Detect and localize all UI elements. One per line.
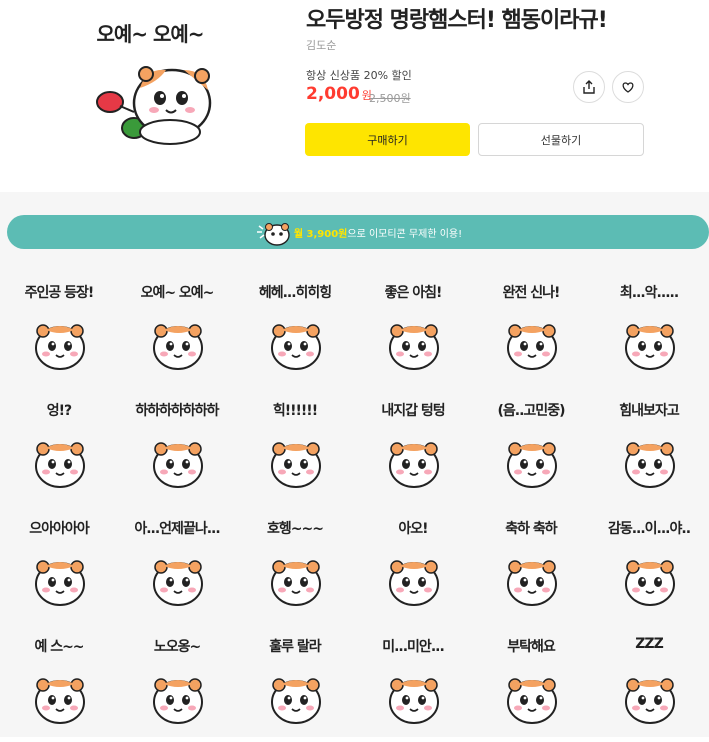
share-button[interactable]: [573, 71, 605, 103]
sticker-item[interactable]: 힘내보자고: [590, 388, 708, 506]
hamster-sticker-illustration: [507, 442, 557, 488]
hamster-sticker-illustration: [153, 442, 203, 488]
hamster-sticker-illustration: [271, 678, 321, 724]
sale-price: 2,000 원: [306, 84, 372, 104]
hamster-sticker-illustration: [35, 324, 85, 370]
sale-price-value: 2,000: [306, 84, 360, 104]
sticker-item[interactable]: 완전 신나!: [472, 270, 590, 388]
product-title: 오두방정 명랑햄스터! 햄동이라규!: [306, 8, 608, 33]
hamster-sticker-illustration: [389, 442, 439, 488]
product-header: 오예~ 오예~ 오두방정 명랑햄스터! 햄동이라규! 김도순 항상 신상품 20…: [0, 0, 709, 190]
hamster-sticker-illustration: [271, 560, 321, 606]
thumbnail-caption: 오예~ 오예~: [96, 22, 204, 46]
hamster-sticker-illustration: [271, 442, 321, 488]
hamster-sticker-illustration: [153, 324, 203, 370]
banner-mascot-icon: [257, 223, 290, 246]
hamster-sticker-illustration: [389, 324, 439, 370]
hamster-sticker-illustration: [153, 678, 203, 724]
hamster-sticker-illustration: [625, 678, 675, 724]
sticker-item[interactable]: 좋은 아침!: [354, 270, 472, 388]
subscription-banner[interactable]: 월 3,900원으로 이모티콘 무제한 이용!: [7, 215, 709, 249]
gift-button[interactable]: 선물하기: [478, 123, 644, 156]
hamster-sticker-illustration: [625, 560, 675, 606]
sticker-item[interactable]: 하하하하하하하: [118, 388, 236, 506]
sticker-item[interactable]: 내지갑 텅텅: [354, 388, 472, 506]
hamster-sticker-illustration: [35, 678, 85, 724]
hamster-sticker-illustration: [153, 560, 203, 606]
sticker-item[interactable]: 힉!!!!!!: [236, 388, 354, 506]
hamster-sticker-illustration: [35, 442, 85, 488]
hamster-sticker-illustration: [507, 324, 557, 370]
heart-icon: [622, 82, 634, 93]
banner-text: 월 3,900원으로 이모티콘 무제한 이용!: [294, 225, 462, 240]
sticker-item[interactable]: 미...미안...: [354, 624, 472, 742]
sticker-item[interactable]: 아오!: [354, 506, 472, 624]
hamster-sticker-illustration: [507, 560, 557, 606]
sticker-item[interactable]: 부탁해요: [472, 624, 590, 742]
sticker-item[interactable]: 헤헤...히히힝: [236, 270, 354, 388]
sticker-item[interactable]: 으아아아아: [0, 506, 118, 624]
sticker-item[interactable]: ZZZ: [590, 624, 708, 742]
sticker-item[interactable]: 호헹~~~: [236, 506, 354, 624]
sticker-item[interactable]: 최...악.....: [590, 270, 708, 388]
hamster-sticker-illustration: [35, 560, 85, 606]
hamster-sticker-illustration: [625, 324, 675, 370]
like-button[interactable]: [612, 71, 644, 103]
hamster-sticker-illustration: [271, 324, 321, 370]
hamster-sticker-illustration: [507, 678, 557, 724]
promo-text: 항상 신상품 20% 할인: [306, 69, 412, 82]
sticker-item[interactable]: 오예~ 오예~: [118, 270, 236, 388]
sticker-item[interactable]: 주인공 등장!: [0, 270, 118, 388]
sticker-item[interactable]: 감동...이...야..: [590, 506, 708, 624]
sticker-item[interactable]: 엉!?: [0, 388, 118, 506]
author-link[interactable]: 김도순: [306, 37, 336, 53]
sticker-item[interactable]: 예 스~~: [0, 624, 118, 742]
sticker-item[interactable]: 노오옹~: [118, 624, 236, 742]
sticker-item[interactable]: 훌루 랄라: [236, 624, 354, 742]
banner-highlight: 월 3,900원: [293, 228, 348, 240]
share-icon: [583, 80, 595, 94]
buy-button[interactable]: 구매하기: [305, 123, 470, 156]
hamster-sticker-illustration: [625, 442, 675, 488]
sticker-item[interactable]: 아...언제끝나...: [118, 506, 236, 624]
product-thumbnail: 오예~ 오예~: [62, 8, 238, 178]
sticker-item[interactable]: (음..고민중): [472, 388, 590, 506]
original-price: 2,500원: [369, 92, 411, 105]
hamster-sticker-illustration: [389, 678, 439, 724]
sticker-item[interactable]: 축하 축하: [472, 506, 590, 624]
hamster-sticker-illustration: [389, 560, 439, 606]
banner-rest: 으로 이모티콘 무제한 이용!: [347, 228, 463, 240]
